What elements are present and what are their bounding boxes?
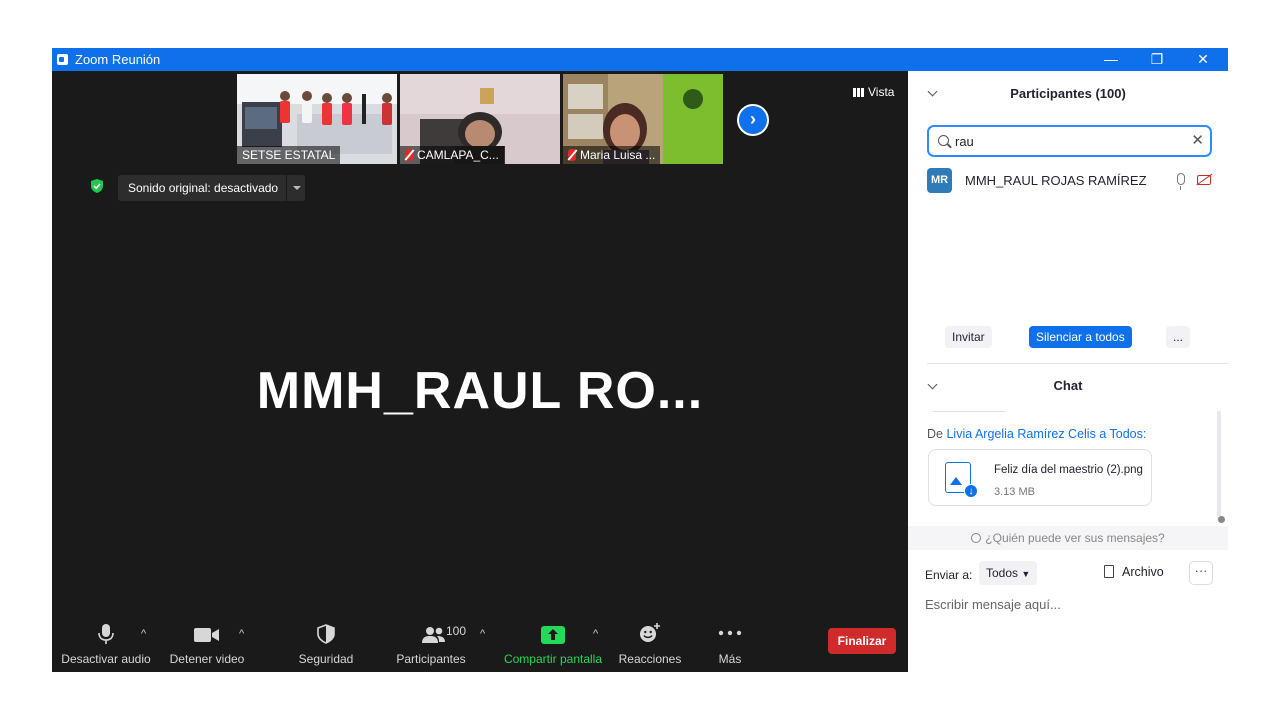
thumbnail-name: Maria Luisa ...: [563, 146, 661, 164]
reactions-button[interactable]: Reacciones: [616, 618, 684, 672]
close-window-button[interactable]: ✕: [1180, 48, 1226, 71]
more-button[interactable]: Más: [704, 618, 756, 672]
clear-search-icon[interactable]: ✕: [1191, 131, 1204, 149]
original-sound-toggle[interactable]: Sonido original: desactivado: [118, 175, 289, 201]
restore-button[interactable]: ❐: [1134, 48, 1180, 71]
participants-more-button[interactable]: ...: [1166, 326, 1191, 348]
share-screen-button[interactable]: Compartir pantalla: [500, 618, 606, 672]
panel-divider: [927, 363, 1228, 364]
participants-header: Participantes (100): [908, 71, 1228, 115]
file-button[interactable]: Archivo: [1104, 565, 1164, 579]
participant-name: MMH_RAUL ROJAS RAMÍREZ: [965, 173, 1147, 188]
video-options-caret[interactable]: ^: [239, 628, 249, 640]
minimize-button[interactable]: —: [1088, 48, 1134, 71]
file-attachment-card[interactable]: ↓ Feliz día del maestrio (2).png 3.13 MB: [928, 449, 1152, 506]
microphone-icon[interactable]: [1177, 173, 1185, 190]
participants-options-caret[interactable]: ^: [480, 628, 490, 640]
participant-thumbnail[interactable]: CAMLAPA_C...: [400, 74, 560, 164]
shield-icon: [317, 624, 335, 644]
chat-message-input[interactable]: [925, 594, 1215, 614]
meeting-stage: SETSE ESTATAL CAMLAPA_C... Maria Luisa .…: [52, 71, 908, 672]
view-button[interactable]: Vista: [847, 83, 900, 101]
stop-video-button[interactable]: Detener video: [166, 618, 248, 672]
file-size: 3.13 MB: [994, 486, 1035, 498]
video-camera-icon: [194, 628, 219, 642]
reaction-emoji-icon: [640, 623, 660, 642]
chat-more-button[interactable]: ···: [1189, 561, 1213, 585]
chat-scrollbar[interactable]: [1217, 411, 1221, 521]
participant-search-input[interactable]: [955, 132, 1185, 150]
share-options-caret[interactable]: ^: [593, 628, 603, 640]
message-sender-link[interactable]: Livia Argelia Ramírez Celis: [946, 427, 1095, 441]
thumbnail-name: SETSE ESTATAL: [237, 146, 341, 164]
search-icon: [938, 135, 949, 146]
zoom-logo-icon: [57, 54, 68, 65]
muted-mic-icon: [568, 149, 576, 161]
microphone-icon: [98, 624, 114, 644]
participants-icon: [422, 627, 445, 643]
message-recipient-link[interactable]: Todos: [1110, 427, 1143, 441]
thumbnail-name: CAMLAPA_C...: [400, 146, 504, 164]
send-to-label: Enviar a:: [925, 568, 973, 582]
muted-mic-icon: [405, 149, 413, 161]
side-panel: Participantes (100) ✕ MR MMH_RAUL ROJAS …: [908, 71, 1228, 672]
download-icon[interactable]: ↓: [964, 484, 978, 498]
audio-options-caret[interactable]: ^: [141, 628, 151, 640]
end-meeting-button[interactable]: Finalizar: [828, 628, 896, 654]
share-screen-icon: [541, 626, 565, 644]
message-header: De Livia Argelia Ramírez Celis a Todos:: [927, 427, 1147, 441]
more-dots-icon: [718, 630, 742, 636]
security-shield-icon: [91, 179, 103, 193]
participants-count: 100: [446, 624, 467, 638]
who-can-see-messages-link[interactable]: ¿Quién puede ver sus mensajes?: [908, 526, 1228, 550]
window-title: Zoom Reunión: [75, 52, 161, 67]
participant-thumbnail[interactable]: Maria Luisa ...: [563, 74, 723, 164]
scrollbar-thumb[interactable]: [1218, 516, 1225, 523]
chevron-down-icon: ▼: [1021, 569, 1031, 579]
participants-title: Participantes (100): [1010, 86, 1126, 101]
video-off-icon[interactable]: [1197, 175, 1211, 185]
title-bar: Zoom Reunión — ❐ ✕: [52, 48, 1228, 71]
grid-icon: [853, 88, 864, 97]
active-speaker-name: MMH_RAUL RO...: [256, 362, 704, 420]
zoom-window: Zoom Reunión — ❐ ✕ SETSE ESTATAL CAMLAPA…: [52, 48, 1228, 672]
file-icon: [1104, 565, 1114, 578]
security-button[interactable]: Seguridad: [292, 618, 360, 672]
participant-thumbnail[interactable]: SETSE ESTATAL: [237, 74, 397, 164]
chat-title: Chat: [1053, 378, 1083, 393]
participant-row[interactable]: MR MMH_RAUL ROJAS RAMÍREZ: [927, 166, 1217, 194]
original-sound-dropdown[interactable]: [286, 175, 305, 201]
send-to-dropdown[interactable]: Todos ▼: [979, 561, 1038, 585]
previous-message-edge: [933, 409, 1005, 412]
invite-button[interactable]: Invitar: [945, 326, 992, 348]
file-name: Feliz día del maestrio (2).png: [994, 464, 1143, 476]
participant-search-box[interactable]: ✕: [927, 125, 1212, 157]
avatar: MR: [927, 168, 952, 193]
person-info-icon: [971, 533, 982, 543]
meeting-toolbar: Desactivar audio ^ Detener video ^ Segur…: [52, 618, 908, 672]
mute-all-button[interactable]: Silenciar a todos: [1029, 326, 1132, 348]
participants-button[interactable]: 100 Participantes: [392, 618, 470, 672]
next-page-button[interactable]: ›: [737, 104, 769, 136]
mute-audio-button[interactable]: Desactivar audio: [60, 618, 152, 672]
